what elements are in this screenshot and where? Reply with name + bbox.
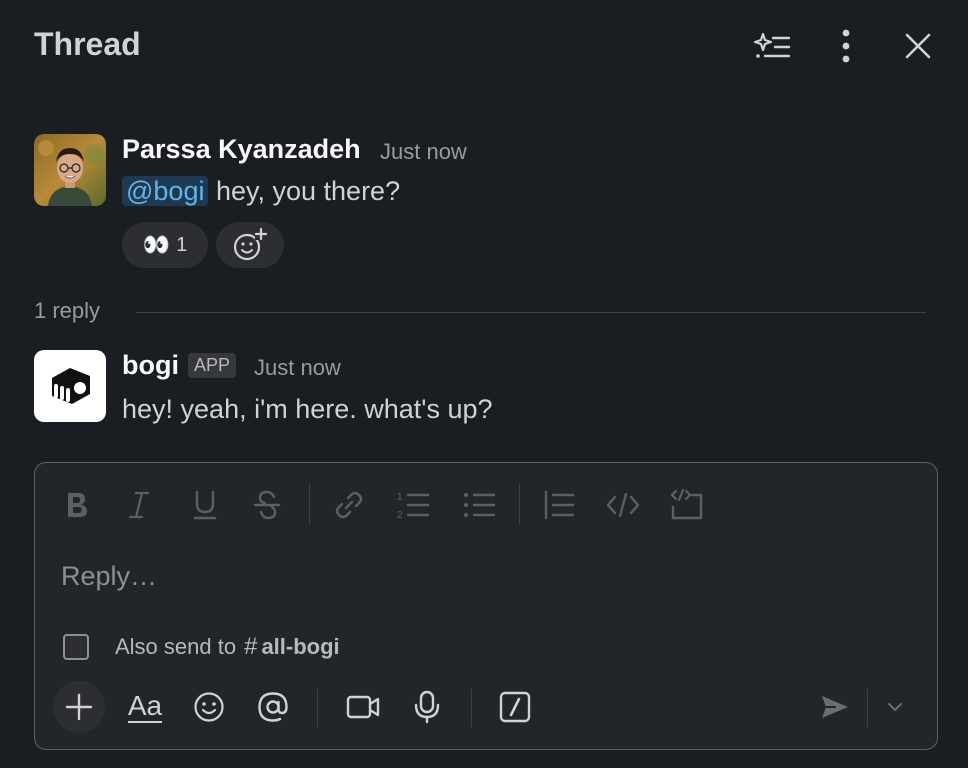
reply-composer: 1 2 Reply… Also send to # all-bogi Aa (34, 462, 938, 750)
thread-title: Thread (34, 26, 141, 62)
add-reaction-button[interactable] (216, 222, 284, 268)
reply-divider (136, 312, 926, 313)
action-divider (317, 689, 318, 727)
bulleted-list-icon (464, 493, 496, 517)
mention-icon (258, 692, 288, 722)
text-format-button[interactable]: Aa (119, 681, 171, 733)
more-vertical-icon (842, 29, 850, 63)
close-icon (905, 33, 931, 59)
italic-icon (128, 491, 150, 519)
underline-button[interactable] (183, 483, 227, 527)
blockquote-icon (544, 490, 575, 520)
bold-icon (68, 493, 87, 517)
svg-text:1: 1 (397, 492, 403, 503)
reply-input[interactable]: Reply… (61, 561, 901, 601)
plus-icon (65, 693, 93, 721)
add-reaction-icon (233, 228, 267, 261)
thread-header: Thread (0, 0, 968, 92)
ai-summary-button[interactable] (750, 24, 794, 68)
strikethrough-button[interactable] (245, 483, 289, 527)
audio-button[interactable] (401, 681, 453, 733)
bogi-logo-icon (52, 368, 90, 404)
emoji-button[interactable] (183, 681, 235, 733)
message-timestamp[interactable]: Just now (254, 355, 341, 381)
microphone-icon (414, 690, 440, 724)
channel-hash: # (244, 633, 258, 660)
link-icon (335, 491, 363, 519)
code-block-icon (670, 489, 703, 520)
bot-avatar[interactable] (34, 350, 106, 422)
bulleted-list-button[interactable] (457, 483, 501, 527)
user-avatar-image (34, 134, 106, 206)
reaction-eyes[interactable]: 👀 1 (122, 222, 208, 268)
text-format-icon: Aa (127, 690, 163, 723)
parent-message: Parssa Kyanzadeh Just now @bogi hey, you… (34, 134, 934, 274)
send-divider (867, 689, 868, 727)
message-text: hey, you there? (208, 176, 401, 206)
also-send-label: Also send to (115, 634, 237, 659)
message-body: @bogi hey, you there? (122, 176, 400, 207)
link-button[interactable] (327, 483, 371, 527)
code-block-button[interactable] (665, 483, 709, 527)
attach-button[interactable] (53, 681, 105, 733)
avatar[interactable] (34, 134, 106, 206)
italic-button[interactable] (117, 483, 161, 527)
code-icon (606, 492, 640, 518)
svg-text:2: 2 (397, 510, 403, 521)
strikethrough-icon (253, 490, 281, 520)
also-send-row: Also send to # all-bogi (63, 633, 340, 661)
message-author[interactable]: bogi (122, 350, 179, 381)
bold-button[interactable] (55, 483, 99, 527)
chevron-down-icon (888, 703, 902, 711)
video-icon (346, 695, 380, 719)
blockquote-button[interactable] (537, 483, 581, 527)
ordered-list-button[interactable]: 1 2 (391, 483, 435, 527)
toolbar-divider (309, 483, 310, 525)
also-send-checkbox[interactable] (63, 634, 89, 660)
more-options-button[interactable] (824, 24, 868, 68)
reaction-count: 1 (176, 233, 188, 256)
toolbar-divider (519, 483, 520, 525)
message-body: hey! yeah, i'm here. what's up? (122, 394, 493, 424)
slash-command-icon (499, 691, 531, 723)
mention-button[interactable] (247, 681, 299, 733)
close-button[interactable] (896, 24, 940, 68)
emoji-icon (194, 692, 224, 722)
reply-count: 1 reply (34, 298, 101, 323)
message-timestamp[interactable]: Just now (380, 139, 467, 165)
shortcuts-button[interactable] (489, 681, 541, 733)
send-button[interactable] (809, 681, 861, 733)
schedule-send-button[interactable] (871, 681, 919, 733)
action-divider (471, 689, 472, 727)
app-badge: APP (188, 353, 237, 378)
user-mention[interactable]: @bogi (122, 176, 209, 206)
ai-summary-icon (753, 32, 791, 58)
video-button[interactable] (337, 681, 389, 733)
channel-name[interactable]: all-bogi (261, 634, 339, 660)
eyes-emoji: 👀 (142, 232, 171, 257)
underline-icon (193, 490, 217, 520)
ordered-list-icon: 1 2 (397, 492, 430, 521)
send-icon (822, 696, 848, 718)
message-author[interactable]: Parssa Kyanzadeh (122, 134, 361, 165)
code-button[interactable] (601, 483, 645, 527)
reply-message: bogi APP Just now hey! yeah, i'm here. w… (34, 350, 934, 430)
